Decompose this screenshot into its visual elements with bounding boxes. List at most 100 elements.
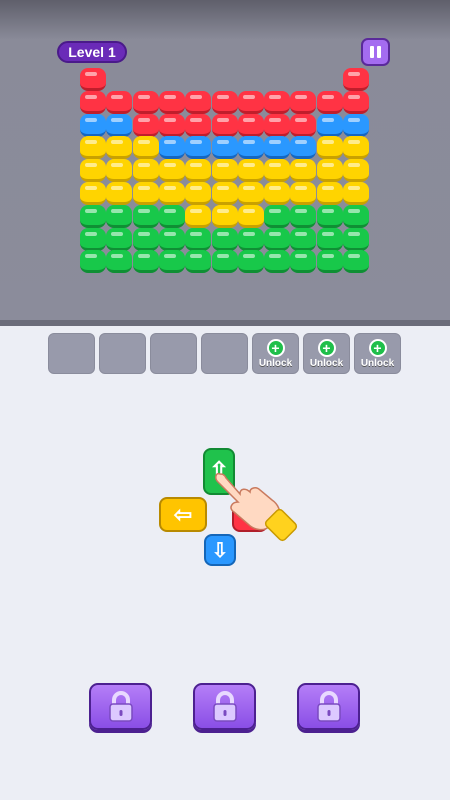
unlock-label: Unlock <box>360 358 395 369</box>
unlock-slot-button[interactable]: + Unlock <box>252 333 299 374</box>
block-cell <box>185 250 212 274</box>
block-cell <box>158 227 185 251</box>
block-cell <box>343 204 369 228</box>
block-cell <box>106 182 133 205</box>
block-cell <box>343 159 369 183</box>
block-cell <box>211 90 238 114</box>
block-cell <box>185 136 212 160</box>
block-cell <box>264 136 291 160</box>
left-arrow-icon: ⇦ <box>173 501 193 527</box>
locked-booster-button-1[interactable] <box>89 683 152 730</box>
block-cell <box>132 227 159 251</box>
block-cell <box>106 90 133 114</box>
block-cell <box>132 113 159 137</box>
block-cell <box>264 113 291 137</box>
block-cell <box>264 204 291 228</box>
block-cell <box>80 159 106 183</box>
block-cell <box>237 113 264 137</box>
block-cell <box>264 159 291 183</box>
block-cell <box>237 204 264 228</box>
block-cell <box>316 204 343 228</box>
block-cell <box>158 182 185 205</box>
block-cell <box>343 90 369 114</box>
block-cell <box>158 204 185 228</box>
block-cell <box>211 204 238 228</box>
block-cell <box>211 250 238 274</box>
block-cell <box>132 250 159 274</box>
block-cell <box>211 159 238 183</box>
block-cell <box>290 113 317 137</box>
block-cell <box>158 159 185 183</box>
block-cell <box>80 182 106 205</box>
block-cell <box>264 227 291 251</box>
empty-slot <box>99 333 146 374</box>
block-cell <box>290 204 317 228</box>
block-cell <box>343 250 369 274</box>
plus-icon: + <box>368 339 387 357</box>
block-cell <box>158 136 185 160</box>
block-cell <box>316 250 343 274</box>
block-cell <box>211 182 238 205</box>
empty-slot <box>201 333 248 374</box>
block-cell <box>106 113 133 137</box>
block-cell <box>80 227 106 251</box>
unlock-label: Unlock <box>309 358 344 369</box>
block-grid <box>0 0 450 322</box>
plus-icon: + <box>317 339 336 357</box>
block-cell <box>316 227 343 251</box>
block-cell <box>158 113 185 137</box>
block-cell <box>106 250 133 274</box>
block-cell <box>185 90 212 114</box>
unlock-slot-button[interactable]: + Unlock <box>303 333 350 374</box>
block-cell <box>80 90 106 114</box>
block-cell <box>211 227 238 251</box>
block-cell <box>106 136 133 160</box>
padlock-icon <box>212 690 237 722</box>
block-cell <box>237 250 264 274</box>
locked-booster-button-2[interactable] <box>193 683 256 730</box>
block-cell <box>158 250 185 274</box>
block-cell <box>343 68 369 91</box>
unlock-slot-button[interactable]: + Unlock <box>354 333 401 374</box>
block-cell <box>185 159 212 183</box>
block-cell <box>237 136 264 160</box>
block-cell <box>264 182 291 205</box>
block-cell <box>290 136 317 160</box>
empty-slot <box>48 333 95 374</box>
block-cell <box>343 182 369 205</box>
block-cell <box>132 159 159 183</box>
unlock-label: Unlock <box>258 358 293 369</box>
empty-slot <box>150 333 197 374</box>
block-cell <box>106 227 133 251</box>
block-cell <box>237 159 264 183</box>
block-cell <box>80 68 106 91</box>
block-cell <box>316 113 343 137</box>
block-cell <box>132 90 159 114</box>
plus-icon: + <box>266 339 285 357</box>
block-cell <box>316 136 343 160</box>
padlock-icon <box>108 690 133 722</box>
block-cell <box>80 250 106 274</box>
block-cell <box>316 182 343 205</box>
block-cell <box>132 204 159 228</box>
block-cell <box>237 182 264 205</box>
padlock-icon <box>316 690 341 722</box>
left-arrow-block[interactable]: ⇦ <box>159 497 207 532</box>
block-cell <box>316 90 343 114</box>
block-cell <box>237 227 264 251</box>
block-cell <box>132 136 159 160</box>
block-cell <box>290 159 317 183</box>
block-cell <box>80 204 106 228</box>
block-cell <box>343 113 369 137</box>
block-cell <box>343 136 369 160</box>
block-cell <box>211 136 238 160</box>
block-cell <box>106 204 133 228</box>
block-cell <box>185 113 212 137</box>
block-cell <box>211 113 238 137</box>
block-cell <box>290 227 317 251</box>
block-cell <box>290 250 317 274</box>
locked-booster-button-3[interactable] <box>297 683 360 730</box>
block-cell <box>158 90 185 114</box>
block-cell <box>290 90 317 114</box>
block-cell <box>185 182 212 205</box>
